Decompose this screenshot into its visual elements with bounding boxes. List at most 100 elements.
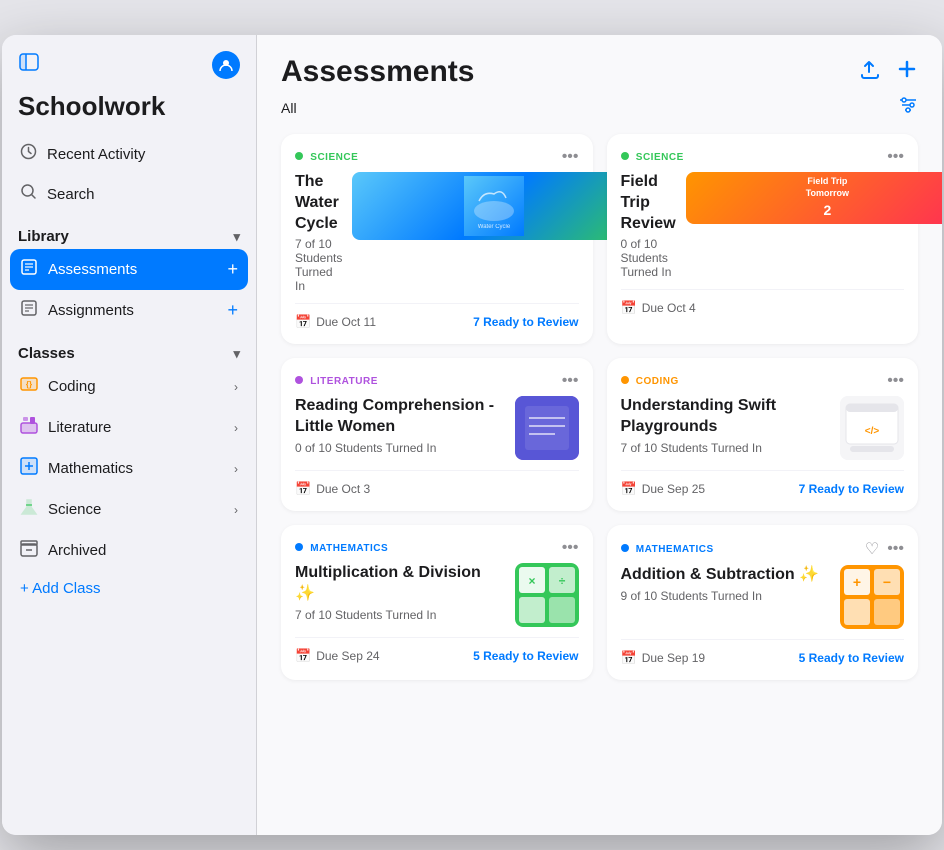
add-class-label: + Add Class (20, 580, 100, 597)
page-title: Assessments (281, 55, 474, 89)
card-footer: 📅 Due Oct 11 7 Ready to Review (295, 303, 579, 330)
sidebar-title: Schoolwork (2, 87, 256, 134)
card-footer: 📅 Due Oct 4 (621, 289, 905, 316)
card-title: Field Trip Review (621, 172, 676, 234)
svg-text:−: − (883, 574, 891, 590)
card-info: The Water Cycle 7 of 10 Students Turned … (295, 172, 342, 293)
card-thumbnail: + − (840, 565, 904, 629)
card-body: Understanding Swift Playgrounds 7 of 10 … (621, 396, 905, 460)
coding-item-left: {} Coding (20, 375, 96, 398)
recent-activity-label: Recent Activity (47, 146, 145, 163)
card-footer: 📅 Due Sep 25 7 Ready to Review (621, 470, 905, 497)
card-more-button[interactable]: ••• (887, 540, 904, 558)
subject-dot (295, 152, 303, 160)
favorite-button[interactable]: ♡ (865, 539, 879, 559)
card-subtitle: 7 of 10 Students Turned In (295, 608, 505, 622)
card-subject-row: CODING ••• (621, 372, 905, 390)
science-icon (20, 498, 38, 521)
app-window: Schoolwork Recent Activity (2, 35, 942, 835)
subject-dot (621, 376, 629, 384)
card-subtitle: 0 of 10 Students Turned In (295, 441, 505, 455)
sidebar-item-coding[interactable]: {} Coding › (10, 366, 248, 407)
card-field-trip[interactable]: SCIENCE ••• Field Trip Review 0 of 10 St… (607, 134, 919, 344)
card-thumbnail (515, 396, 579, 460)
svg-text:+: + (853, 574, 861, 590)
subject-dot (295, 543, 303, 551)
card-thumbnail: Field Trip Tomorrow 2 (686, 172, 942, 224)
card-subject-row: LITERATURE ••• (295, 372, 579, 390)
svg-text:{}: {} (26, 380, 32, 389)
card-title: Multiplication & Division ✨ (295, 563, 505, 605)
svg-text:÷: ÷ (558, 574, 565, 588)
card-title: The Water Cycle (295, 172, 342, 234)
card-more-button[interactable]: ••• (562, 372, 579, 390)
card-reading-comprehension[interactable]: LITERATURE ••• Reading Comprehension - L… (281, 358, 593, 511)
calendar-icon: 📅 (295, 481, 311, 497)
card-more-button[interactable]: ••• (887, 148, 904, 166)
card-due: 📅 Due Oct 11 (295, 314, 376, 330)
card-footer: 📅 Due Sep 19 5 Ready to Review (621, 639, 905, 666)
card-subject-row: SCIENCE ••• (621, 148, 905, 166)
cards-grid: SCIENCE ••• The Water Cycle 7 of 10 Stud… (281, 134, 918, 680)
archived-icon (20, 539, 38, 562)
card-more-button[interactable]: ••• (562, 148, 579, 166)
card-more-button[interactable]: ••• (562, 539, 579, 557)
card-review-label[interactable]: 5 Ready to Review (473, 649, 578, 663)
upload-button[interactable] (858, 58, 880, 86)
svg-text:</>: </> (865, 426, 880, 437)
card-swift-playgrounds[interactable]: CODING ••• Understanding Swift Playgroun… (607, 358, 919, 511)
sidebar-toggle-icon[interactable] (18, 51, 40, 79)
card-review-label[interactable]: 5 Ready to Review (799, 651, 904, 665)
filter-icon[interactable] (898, 95, 918, 120)
assessments-add-icon[interactable]: + (227, 259, 238, 280)
add-class-button[interactable]: + Add Class (10, 571, 248, 606)
card-more-button[interactable]: ••• (887, 372, 904, 390)
card-info: Multiplication & Division ✨ 7 of 10 Stud… (295, 563, 505, 627)
subject-dot (621, 544, 629, 552)
literature-chevron-icon: › (234, 421, 238, 435)
card-body: The Water Cycle 7 of 10 Students Turned … (295, 172, 579, 293)
card-addition[interactable]: MATHEMATICS ♡ ••• Addition & Subtraction… (607, 525, 919, 680)
sidebar-item-literature[interactable]: Literature › (10, 407, 248, 448)
mathematics-item-left: Mathematics (20, 457, 133, 480)
sidebar-item-recent-activity[interactable]: Recent Activity (10, 134, 248, 174)
card-subtitle: 7 of 10 Students Turned In (621, 441, 831, 455)
main-content: Assessments All (257, 35, 942, 835)
card-subject-label: MATHEMATICS (295, 543, 388, 554)
assessments-item-left: Assessments (20, 258, 137, 281)
library-chevron-icon[interactable]: ▾ (233, 229, 240, 245)
card-review-label[interactable]: 7 Ready to Review (473, 315, 578, 329)
classes-chevron-icon[interactable]: ▾ (233, 346, 240, 362)
library-section-header: Library ▾ (2, 214, 256, 249)
subject-dot (295, 376, 303, 384)
sidebar-item-assessments[interactable]: Assessments + (10, 249, 248, 290)
card-title: Understanding Swift Playgrounds (621, 396, 831, 438)
card-thumbnail: × ÷ (515, 563, 579, 627)
card-due: 📅 Due Sep 25 (621, 481, 706, 497)
science-label: Science (48, 501, 101, 518)
card-thumbnail: Water Cycle (352, 172, 636, 240)
card-info: Reading Comprehension - Little Women 0 o… (295, 396, 505, 460)
coding-label: Coding (48, 378, 96, 395)
sidebar-item-archived[interactable]: Archived (10, 530, 248, 571)
add-assessment-button[interactable] (896, 58, 918, 86)
card-subject-row: SCIENCE ••• (295, 148, 579, 166)
card-subject-label: SCIENCE (621, 152, 684, 163)
sidebar-item-assignments[interactable]: Assignments + (10, 290, 248, 331)
card-multiplication[interactable]: MATHEMATICS ••• Multiplication & Divisio… (281, 525, 593, 680)
assignments-add-icon[interactable]: + (227, 300, 238, 321)
sidebar-item-mathematics[interactable]: Mathematics › (10, 448, 248, 489)
card-footer: 📅 Due Oct 3 (295, 470, 579, 497)
card-water-cycle[interactable]: SCIENCE ••• The Water Cycle 7 of 10 Stud… (281, 134, 593, 344)
calendar-icon: 📅 (621, 650, 637, 666)
subject-dot (621, 152, 629, 160)
card-review-label[interactable]: 7 Ready to Review (799, 482, 904, 496)
mathematics-icon (20, 457, 38, 480)
sidebar-item-science[interactable]: Science › (10, 489, 248, 530)
card-subject-label: LITERATURE (295, 376, 378, 387)
avatar[interactable] (212, 51, 240, 79)
card-info: Understanding Swift Playgrounds 7 of 10 … (621, 396, 831, 460)
calendar-icon: 📅 (295, 648, 311, 664)
science-item-left: Science (20, 498, 101, 521)
sidebar-item-search[interactable]: Search (10, 174, 248, 214)
